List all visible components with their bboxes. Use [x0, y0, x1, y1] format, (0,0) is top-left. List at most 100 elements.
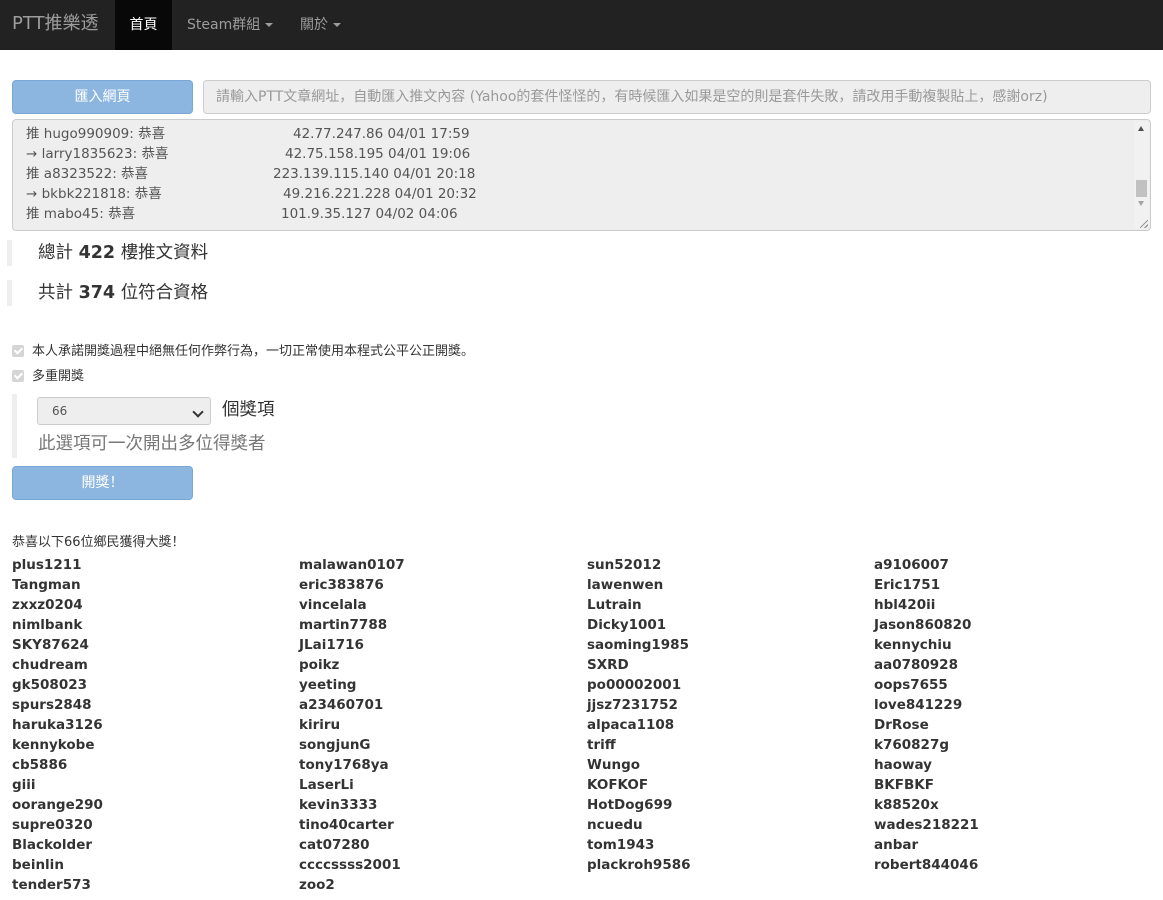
push-content-textarea[interactable]: 推 hugo990909: 恭喜 42.77.247.86 04/01 17:5…: [12, 119, 1151, 231]
winner-name: Tangman: [12, 577, 81, 593]
winner-name: triff: [587, 737, 616, 753]
nav-home[interactable]: 首頁: [115, 0, 172, 50]
caret-down-icon: [265, 23, 274, 27]
winner-name: Wungo: [587, 757, 641, 773]
push-ip-time: 42.75.158.195 04/01 19:06: [285, 146, 471, 162]
winner-name: kevin3333: [299, 797, 378, 813]
winner-name: hbl420ii: [874, 597, 936, 613]
winner-name: k760827g: [874, 737, 950, 753]
push-user: hugo990909: [43, 126, 130, 142]
push-line: 推 mabo45: 恭喜 101.9.35.127 04/02 04:06: [26, 206, 458, 222]
winner-name: aa0780928: [874, 657, 958, 673]
push-user: bkbk221818: [41, 186, 126, 202]
push-type: 推: [26, 126, 40, 142]
scrollbar-thumb[interactable]: [1136, 180, 1147, 197]
winner-name: kennychiu: [874, 637, 952, 653]
winner-name: love841229: [874, 697, 963, 713]
winners-grid: plus1211 malawan0107 sun52012 a9106007 Tangm…: [12, 555, 1163, 900]
nav-about-dropdown[interactable]: 關於: [300, 0, 341, 50]
winner-name: a9106007: [874, 557, 949, 573]
winner-name: ncuedu: [587, 817, 643, 833]
winner-name: anbar: [874, 837, 919, 853]
top-navbar: PTT推樂透 首頁 Steam群組 關於: [0, 0, 1163, 50]
push-text: 恭喜: [141, 146, 169, 162]
winner-name: gk508023: [12, 677, 88, 693]
pledge-checkbox[interactable]: [12, 345, 24, 357]
winner-name: a23460701: [299, 697, 384, 713]
winner-name: JLai1716: [299, 637, 364, 653]
winner-name: oops7655: [874, 677, 948, 693]
winner-name: Dicky1001: [587, 617, 667, 633]
push-text: 恭喜: [138, 126, 166, 142]
push-user: a8323522: [43, 166, 113, 182]
winner-name: tender573: [12, 877, 91, 893]
winner-name: songjunG: [299, 737, 371, 753]
winner-name: plackroh9586: [587, 857, 691, 873]
import-page-button[interactable]: 匯入網頁: [12, 80, 193, 114]
push-ip-time: 101.9.35.127 04/02 04:06: [281, 206, 458, 222]
prize-count-value: 66: [52, 404, 68, 418]
caret-down-icon: [333, 23, 341, 27]
push-line: 推 hugo990909: 恭喜 42.77.247.86 04/01 17:5…: [26, 126, 470, 142]
winner-name: sun52012: [587, 557, 662, 573]
congrats-message: 恭喜以下66位鄉民獲得大獎！: [12, 535, 185, 550]
qualified-stat: 共計 374 位符合資格: [7, 280, 208, 306]
winner-name: poikz: [299, 657, 340, 673]
push-text: 恭喜: [134, 186, 162, 202]
winner-name: jjsz7231752: [587, 697, 678, 713]
winner-name: eric383876: [299, 577, 384, 593]
push-ip-time: 223.139.115.140 04/01 20:18: [273, 166, 476, 182]
winner-name: vincelala: [299, 597, 367, 613]
nav-steam-group-dropdown[interactable]: Steam群組: [187, 0, 274, 50]
winner-name: SXRD: [587, 657, 629, 673]
winner-name: haruka3126: [12, 717, 103, 733]
winner-name: malawan0107: [299, 557, 405, 573]
winner-name: SKY87624: [12, 637, 89, 653]
total-suffix: 樓推文資料: [120, 243, 209, 263]
winner-name: robert844046: [874, 857, 979, 873]
textarea-scrollbar[interactable]: [1134, 121, 1149, 229]
push-type: →: [26, 146, 38, 162]
draw-button-label: 開獎！: [81, 475, 124, 491]
push-type: 推: [26, 166, 40, 182]
winner-name: nimlbank: [12, 617, 83, 633]
winner-name: spurs2848: [12, 697, 92, 713]
winner-name: cat07280: [299, 837, 370, 853]
winner-name: ccccssss2001: [299, 857, 401, 873]
article-url-input[interactable]: 請輸入PTT文章網址，自動匯入推文內容 (Yahoo的套件怪怪的，有時候匯入如果…: [203, 80, 1151, 114]
import-page-button-label: 匯入網頁: [74, 89, 131, 105]
resize-handle-icon[interactable]: [1140, 220, 1148, 228]
winner-name: DrRose: [874, 717, 929, 733]
scroll-down-arrow-icon[interactable]: [1138, 201, 1144, 206]
winner-name: beinlin: [12, 857, 64, 873]
push-user: larry1835623: [41, 146, 133, 162]
push-ip-time: 42.77.247.86 04/01 17:59: [293, 126, 470, 142]
draw-button[interactable]: 開獎！: [12, 466, 193, 500]
winner-name: BKFBKF: [874, 777, 934, 793]
push-line: → bkbk221818: 恭喜 49.216.221.228 04/01 20…: [26, 186, 477, 202]
winner-name: tom1943: [587, 837, 655, 853]
winner-name: supre0320: [12, 817, 93, 833]
nav-home-label: 首頁: [129, 17, 158, 33]
total-count: 422: [78, 243, 116, 263]
winner-name: cb5886: [12, 757, 68, 773]
article-url-placeholder: 請輸入PTT文章網址，自動匯入推文內容 (Yahoo的套件怪怪的，有時候匯入如果…: [216, 89, 1048, 105]
brand-logo[interactable]: PTT推樂透: [12, 13, 99, 35]
winner-name: haoway: [874, 757, 932, 773]
winner-name: saoming1985: [587, 637, 689, 653]
winner-name: Blackolder: [12, 837, 93, 853]
winner-name: zoo2: [299, 877, 335, 893]
scroll-up-arrow-icon[interactable]: [1138, 126, 1144, 131]
nav-about-label: 關於: [300, 17, 328, 33]
winner-name: tino40carter: [299, 817, 394, 833]
winner-name: martin7788: [299, 617, 388, 633]
winner-name: kiriru: [299, 717, 341, 733]
prize-count-select[interactable]: 66: [37, 397, 211, 425]
winner-name: k88520x: [874, 797, 939, 813]
winner-name: chudream: [12, 657, 88, 673]
multi-draw-checkbox[interactable]: [12, 370, 24, 382]
multi-draw-options: 66 個獎項 此選項可一次開出多位得獎者: [12, 394, 417, 458]
qualified-prefix: 共計: [38, 283, 73, 303]
push-line: 推 a8323522: 恭喜 223.139.115.140 04/01 20:…: [26, 166, 476, 182]
winner-name: Lutrain: [587, 597, 642, 613]
